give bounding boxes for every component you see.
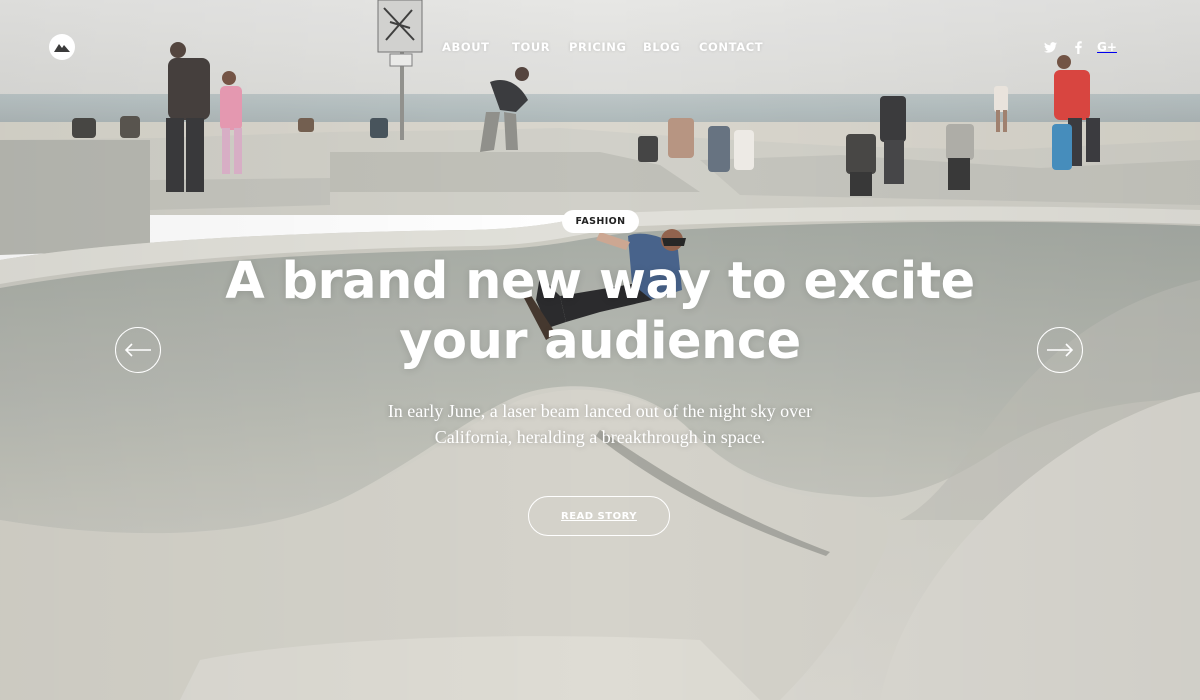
google-plus-link[interactable]: G+ xyxy=(1097,39,1117,55)
hero-subtitle: In early June, a laser beam lanced out o… xyxy=(330,398,870,450)
facebook-icon xyxy=(1074,40,1082,54)
nav-link-blog[interactable]: BLOG xyxy=(643,40,680,54)
category-badge[interactable]: FASHION xyxy=(562,210,639,233)
slider-prev-button[interactable] xyxy=(115,327,161,373)
nav-link-about[interactable]: ABOUT xyxy=(442,40,490,54)
hero-headline: A brand new way to excite your audience xyxy=(200,252,1000,372)
google-plus-icon: G+ xyxy=(1097,40,1117,54)
twitter-icon xyxy=(1043,41,1057,53)
nav-link-contact[interactable]: CONTACT xyxy=(699,40,763,54)
hero-subtitle-line-1: In early June, a laser beam lanced out o… xyxy=(387,401,813,421)
hero-headline-line-1: A brand new way to excite xyxy=(225,252,975,311)
twitter-link[interactable] xyxy=(1043,39,1057,55)
facebook-link[interactable] xyxy=(1073,39,1083,55)
nav-link-tour[interactable]: TOUR xyxy=(512,40,550,54)
nav-link-pricing[interactable]: PRICING xyxy=(569,40,627,54)
slider-next-button[interactable] xyxy=(1037,327,1083,373)
read-story-button[interactable]: READ STORY xyxy=(528,496,670,536)
arrow-left-icon xyxy=(124,343,151,357)
hero-subtitle-line-2: California, heralding a breakthrough in … xyxy=(434,427,766,447)
arrow-right-icon xyxy=(1047,343,1074,357)
hero-headline-line-2: your audience xyxy=(399,312,801,371)
main-nav: ABOUT TOUR PRICING BLOG CONTACT xyxy=(0,40,1200,56)
